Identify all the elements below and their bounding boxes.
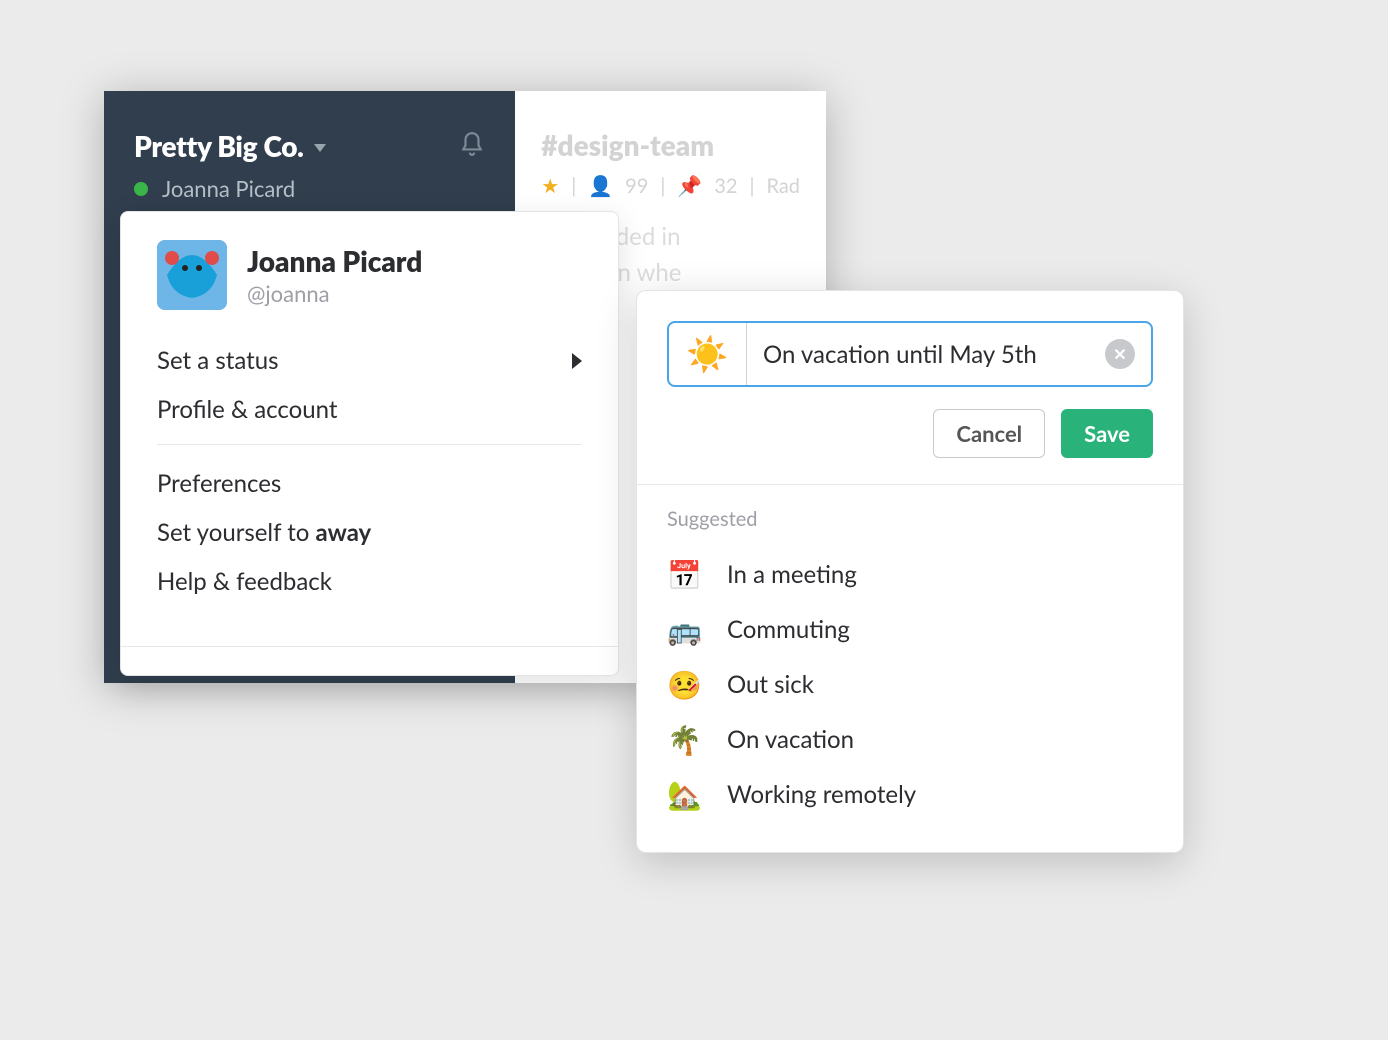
cancel-button[interactable]: Cancel: [933, 409, 1045, 458]
channel-meta: ★ | 👤 99 | 📌 32 | Rad: [541, 172, 800, 201]
menu-item-label: Profile & account: [157, 395, 337, 424]
status-emoji-picker[interactable]: ☀️: [669, 323, 747, 385]
menu-item-profile[interactable]: Profile & account: [121, 385, 618, 434]
menu-user-name: Joanna Picard: [247, 244, 422, 278]
status-input-group: ☀️ ✕: [667, 321, 1153, 387]
channel-name: #design-team: [541, 125, 800, 166]
palm-tree-icon: 🌴: [667, 722, 701, 757]
bus-icon: 🚌: [667, 612, 701, 647]
menu-item-preferences[interactable]: Preferences: [121, 459, 618, 508]
workspace-name: Pretty Big Co.: [134, 129, 304, 163]
members-icon: 👤: [588, 172, 613, 201]
suggested-item-vacation[interactable]: 🌴 On vacation: [667, 712, 1153, 767]
menu-item-label: Set yourself to away: [157, 518, 371, 547]
calendar-icon: 📅: [667, 557, 701, 592]
menu-item-help[interactable]: Help & feedback: [121, 557, 618, 606]
house-icon: 🏡: [667, 777, 701, 812]
avatar: [157, 240, 227, 310]
menu-item-label: Set a status: [157, 346, 279, 375]
menu-divider: [157, 444, 582, 445]
menu-item-set-status[interactable]: Set a status: [121, 336, 618, 385]
suggested-item-sick[interactable]: 🤒 Out sick: [667, 657, 1153, 712]
members-count: 99: [625, 172, 648, 201]
current-user-name: Joanna Picard: [162, 175, 295, 202]
clear-status-button[interactable]: ✕: [1105, 339, 1135, 369]
menu-item-label: Preferences: [157, 469, 281, 498]
menu-item-label: Help & feedback: [157, 567, 332, 596]
sun-icon: ☀️: [686, 333, 728, 375]
star-icon[interactable]: ★: [541, 172, 559, 201]
close-icon: ✕: [1113, 345, 1126, 364]
pin-icon: 📌: [677, 172, 702, 201]
bell-icon[interactable]: [459, 131, 485, 161]
presence-indicator: [134, 182, 148, 196]
chevron-down-icon: [314, 144, 326, 152]
suggested-item-label: On vacation: [727, 725, 854, 754]
channel-topic: Rad: [766, 172, 800, 201]
account-menu: Joanna Picard @joanna Set a status Profi…: [120, 211, 619, 676]
save-button[interactable]: Save: [1061, 409, 1153, 458]
suggested-item-label: Commuting: [727, 615, 850, 644]
menu-header: Joanna Picard @joanna: [121, 234, 618, 330]
suggested-item-meeting[interactable]: 📅 In a meeting: [667, 547, 1153, 602]
suggested-item-label: Working remotely: [727, 780, 916, 809]
suggested-item-label: In a meeting: [727, 560, 857, 589]
menu-user-handle: @joanna: [247, 280, 422, 307]
menu-item-set-away[interactable]: Set yourself to away: [121, 508, 618, 557]
suggested-label: Suggested: [667, 507, 1153, 531]
suggested-item-commuting[interactable]: 🚌 Commuting: [667, 602, 1153, 657]
status-popover: ☀️ ✕ Cancel Save Suggested 📅 In a meetin…: [636, 290, 1184, 853]
status-input[interactable]: [747, 340, 1105, 369]
suggested-item-label: Out sick: [727, 670, 814, 699]
caret-right-icon: [572, 353, 582, 369]
suggested-item-remote[interactable]: 🏡 Working remotely: [667, 767, 1153, 822]
sick-face-icon: 🤒: [667, 667, 701, 702]
pins-count: 32: [714, 172, 737, 201]
workspace-switcher[interactable]: Pretty Big Co.: [104, 91, 515, 173]
